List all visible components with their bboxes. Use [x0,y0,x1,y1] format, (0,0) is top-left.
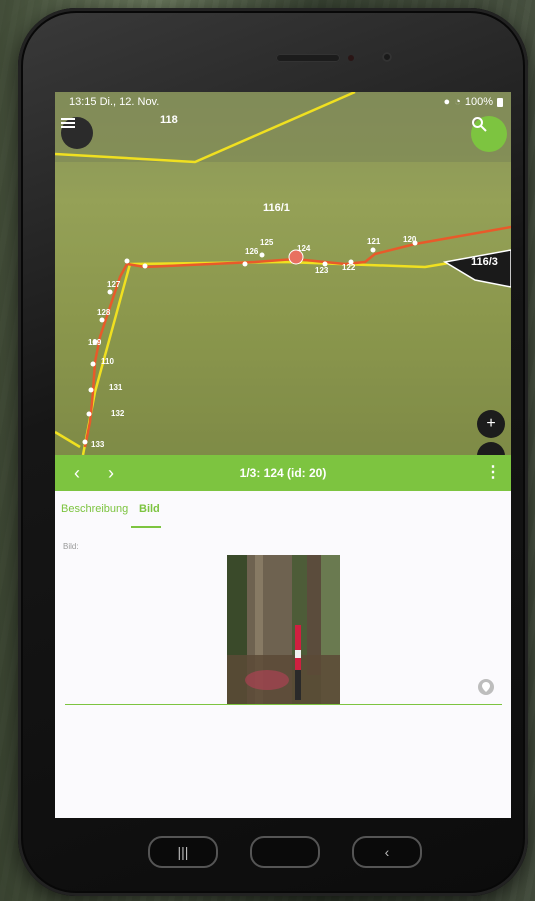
recent-apps-icon: ||| [177,844,189,860]
point-label: 132 [111,409,125,418]
map-point [90,361,96,367]
back-icon: ‹ [384,844,390,860]
tab-beschreibung[interactable]: Beschreibung [61,503,128,515]
location-pin-icon[interactable] [478,679,494,695]
tab-bar: Beschreibung Bild [55,491,511,529]
sensor [348,55,354,61]
map-point [99,317,105,323]
field-divider [65,704,502,705]
status-time: 13:15 [69,96,97,108]
point-label: 131 [109,383,123,392]
recent-apps-button[interactable]: ||| [148,836,218,868]
point-label: 123 [315,266,329,275]
back-button[interactable]: ‹ [352,836,422,868]
point-label: 122 [342,263,356,272]
map-point [107,289,113,295]
point-label: 125 [260,238,274,247]
parcel-label: 118 [160,114,178,126]
map-view[interactable]: 118 116/1 116/3 125 126 124 123 122 121 … [55,92,511,458]
map-point [142,263,148,269]
menu-button[interactable] [61,117,93,149]
point-label: 128 [97,308,111,317]
map-point [88,387,94,393]
point-label: 124 [297,244,311,253]
point-label: 121 [367,237,381,246]
parcel-label: 116/3 [471,256,498,268]
front-camera [382,52,392,62]
menu-icon [61,118,75,128]
map-point [86,411,92,417]
status-bar: 13:15 Di., 12. Nov. ● ◔ 100% [55,92,511,112]
speaker-grille [276,54,340,62]
location-pin-glyph [482,682,490,692]
map-point [370,247,376,253]
point-label: 129 [88,338,102,347]
status-date: Di., 12. Nov. [99,96,160,108]
battery-icon [497,97,503,107]
point-label: 127 [107,280,121,289]
home-button[interactable] [250,836,320,868]
photo-image [227,555,340,705]
active-tab-indicator [131,526,161,528]
location-status-icon: ● [443,96,451,108]
point-label: 133 [91,440,105,449]
point-label: 120 [403,235,417,244]
toolbar-title: 1/3: 124 (id: 20) [239,466,327,480]
map-point [259,252,265,258]
map-point [242,261,248,267]
point-label: 126 [245,247,259,256]
zoom-in-button[interactable]: + [477,410,505,438]
search-icon [472,117,487,132]
map-point [124,258,130,264]
search-button[interactable] [471,116,507,152]
map-point [82,439,88,445]
detail-toolbar: ‹ › 1/3: 124 (id: 20) ⋮ [55,455,511,491]
plus-icon: + [486,415,496,432]
tab-bild[interactable]: Bild [139,503,160,515]
image-field-label: Bild: [63,542,79,551]
attached-photo[interactable] [227,555,340,705]
wifi-icon: ◔ [454,96,461,108]
point-label: 110 [101,357,114,366]
battery-percent: 100% [464,96,493,108]
screen: 118 116/1 116/3 125 126 124 123 122 121 … [55,92,511,818]
map-overlay [55,92,511,455]
status-icons: ● ◔ 100% [444,96,503,108]
more-options-button[interactable]: ⋮ [485,461,501,485]
status-time-date: 13:15 Di., 12. Nov. [69,96,159,108]
parcel-label: 116/1 [263,202,290,214]
